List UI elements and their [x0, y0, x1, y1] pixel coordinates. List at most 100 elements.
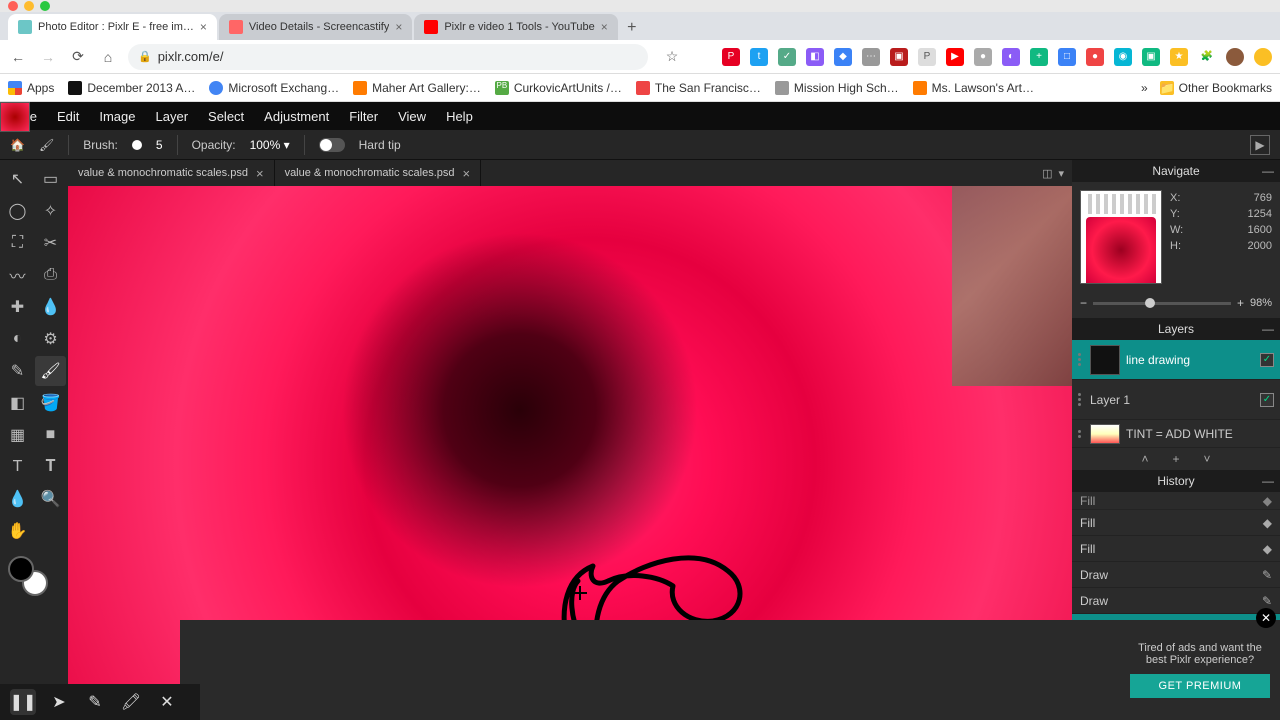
fill-tool-icon[interactable]: 🪣 — [35, 388, 66, 418]
add-layer-icon[interactable]: + — [1172, 452, 1179, 466]
heal-tool-icon[interactable]: ✚ — [2, 292, 33, 322]
star-icon[interactable]: ☆ — [662, 47, 682, 67]
menu-filter[interactable]: Filter — [349, 109, 378, 124]
layer-row[interactable]: TINT = ADD WHITE — [1072, 420, 1280, 448]
move-tool-icon[interactable]: ↖ — [2, 164, 33, 194]
bookmark-item[interactable]: PBCurkovicArtUnits /… — [495, 81, 622, 95]
visibility-checkbox[interactable]: ✓ — [1260, 393, 1274, 407]
collapse-icon[interactable]: — — [1262, 164, 1274, 178]
menu-help[interactable]: Help — [446, 109, 473, 124]
eraser-tool-icon[interactable]: ◧ — [2, 388, 33, 418]
ext-icon[interactable]: ◉ — [1114, 48, 1132, 66]
ext-icon[interactable]: □ — [1058, 48, 1076, 66]
type-tool-icon[interactable]: 𝐓 — [35, 452, 66, 482]
drag-handle-icon[interactable] — [1078, 430, 1084, 438]
close-icon[interactable]: × — [463, 166, 471, 181]
clone-tool-icon[interactable]: ⎙ — [35, 260, 66, 290]
foreground-swatch[interactable] — [8, 556, 34, 582]
drag-handle-icon[interactable] — [1078, 353, 1084, 366]
ext-icon[interactable]: ◐ — [1002, 48, 1020, 66]
menu-edit[interactable]: Edit — [57, 109, 79, 124]
layer-row[interactable]: line drawing ✓ — [1072, 340, 1280, 380]
text-tool-icon[interactable]: T — [2, 452, 33, 482]
ext-icon[interactable]: ▣ — [1142, 48, 1160, 66]
home-icon[interactable]: 🏠 — [10, 138, 25, 152]
history-panel-header[interactable]: History — — [1072, 470, 1280, 492]
ext-icon[interactable]: P — [722, 48, 740, 66]
browser-tab-active[interactable]: Photo Editor : Pixlr E - free im… × — [8, 14, 217, 40]
expand-panels-icon[interactable]: ▶ — [1250, 135, 1270, 155]
marker-icon[interactable]: 🖍 — [118, 689, 144, 715]
opacity-value[interactable]: 100% ▾ — [250, 138, 290, 152]
bookmark-item[interactable]: Ms. Lawson's Art… — [913, 81, 1034, 95]
ext-icon[interactable]: ◧ — [806, 48, 824, 66]
arrange-icon[interactable]: ◫ — [1042, 167, 1052, 180]
blur-tool-icon[interactable]: 💧 — [35, 292, 66, 322]
menu-select[interactable]: Select — [208, 109, 244, 124]
menu-adjustment[interactable]: Adjustment — [264, 109, 329, 124]
ext-icon[interactable]: + — [1030, 48, 1048, 66]
apps-button[interactable]: Apps — [8, 81, 54, 95]
ext-icon[interactable]: t — [750, 48, 768, 66]
bookmarks-overflow[interactable]: » — [1141, 81, 1148, 95]
navigate-panel-header[interactable]: Navigate — — [1072, 160, 1280, 182]
brush-size-value[interactable]: 5 — [156, 138, 163, 152]
history-item[interactable]: Fill◆ — [1072, 492, 1280, 510]
bookmark-item[interactable]: The San Francisc… — [636, 81, 761, 95]
document-tab[interactable]: value & monochromatic scales.psd × — [275, 160, 482, 186]
hand-tool-icon[interactable]: ✋ — [2, 516, 33, 546]
bookmark-item[interactable]: December 2013 A… — [68, 81, 195, 95]
navigator-thumbnail[interactable] — [1080, 190, 1162, 284]
liquify-tool-icon[interactable]: 〰 — [2, 260, 33, 290]
reload-button[interactable]: ⟳ — [68, 47, 88, 67]
wand-tool-icon[interactable]: ✧ — [35, 196, 66, 226]
new-tab-button[interactable]: + — [620, 16, 644, 40]
traffic-close[interactable] — [8, 1, 18, 11]
close-icon[interactable]: × — [601, 20, 608, 34]
cancel-icon[interactable]: ✕ — [154, 689, 180, 715]
ext-icon[interactable]: ▣ — [890, 48, 908, 66]
layer-down-icon[interactable]: ˅ — [1204, 452, 1211, 466]
zoom-track[interactable] — [1093, 302, 1231, 305]
browser-tab[interactable]: Video Details - Screencastify × — [219, 14, 412, 40]
pause-button[interactable]: ❚❚ — [10, 689, 36, 715]
forward-button[interactable]: → — [38, 47, 58, 67]
dodge-tool-icon[interactable]: ◐ — [2, 324, 33, 354]
gradient-tool-icon[interactable]: ▦ — [2, 420, 33, 450]
pen-tool-icon[interactable]: ✎ — [2, 356, 33, 386]
ext-icon[interactable]: ● — [974, 48, 992, 66]
ext-icon[interactable]: ✓ — [778, 48, 796, 66]
ext-icon[interactable]: P — [918, 48, 936, 66]
visibility-checkbox[interactable]: ✓ — [1260, 353, 1274, 367]
history-item[interactable]: Fill◆ — [1072, 536, 1280, 562]
layer-thumbnail[interactable] — [1090, 345, 1120, 375]
bookmark-item[interactable]: Mission High Sch… — [775, 81, 899, 95]
layers-panel-header[interactable]: Layers — — [1072, 318, 1280, 340]
zoom-tool-icon[interactable]: 🔍 — [35, 484, 66, 514]
eyedropper-tool-icon[interactable]: 💧 — [2, 484, 33, 514]
drag-handle-icon[interactable] — [1078, 393, 1084, 406]
ext-icon[interactable]: ▶ — [946, 48, 964, 66]
sponge-tool-icon[interactable]: ⚙ — [35, 324, 66, 354]
collapse-icon[interactable]: — — [1262, 322, 1274, 336]
history-item[interactable]: Draw✎ — [1072, 562, 1280, 588]
ext-icon[interactable]: ● — [1086, 48, 1104, 66]
bookmark-item[interactable]: Maher Art Gallery:… — [353, 81, 481, 95]
extensions-menu-icon[interactable]: 🧩 — [1198, 48, 1216, 66]
menu-view[interactable]: View — [398, 109, 426, 124]
back-button[interactable]: ← — [8, 47, 28, 67]
color-swatches[interactable] — [2, 554, 66, 600]
brush-preview-icon[interactable] — [132, 140, 142, 150]
traffic-zoom[interactable] — [40, 1, 50, 11]
other-bookmarks[interactable]: 📁Other Bookmarks — [1160, 81, 1272, 95]
home-button[interactable]: ⌂ — [98, 47, 118, 67]
zoom-out-icon[interactable]: − — [1080, 296, 1087, 310]
close-icon[interactable]: × — [395, 20, 402, 34]
traffic-minimize[interactable] — [24, 1, 34, 11]
ext-icon[interactable]: ⋯ — [862, 48, 880, 66]
menu-layer[interactable]: Layer — [156, 109, 189, 124]
crop-tool-icon[interactable]: ⛶ — [2, 228, 33, 258]
layer-up-icon[interactable]: ˄ — [1141, 452, 1148, 466]
layer-thumbnail[interactable] — [0, 102, 30, 132]
hardtip-toggle[interactable] — [319, 138, 345, 152]
